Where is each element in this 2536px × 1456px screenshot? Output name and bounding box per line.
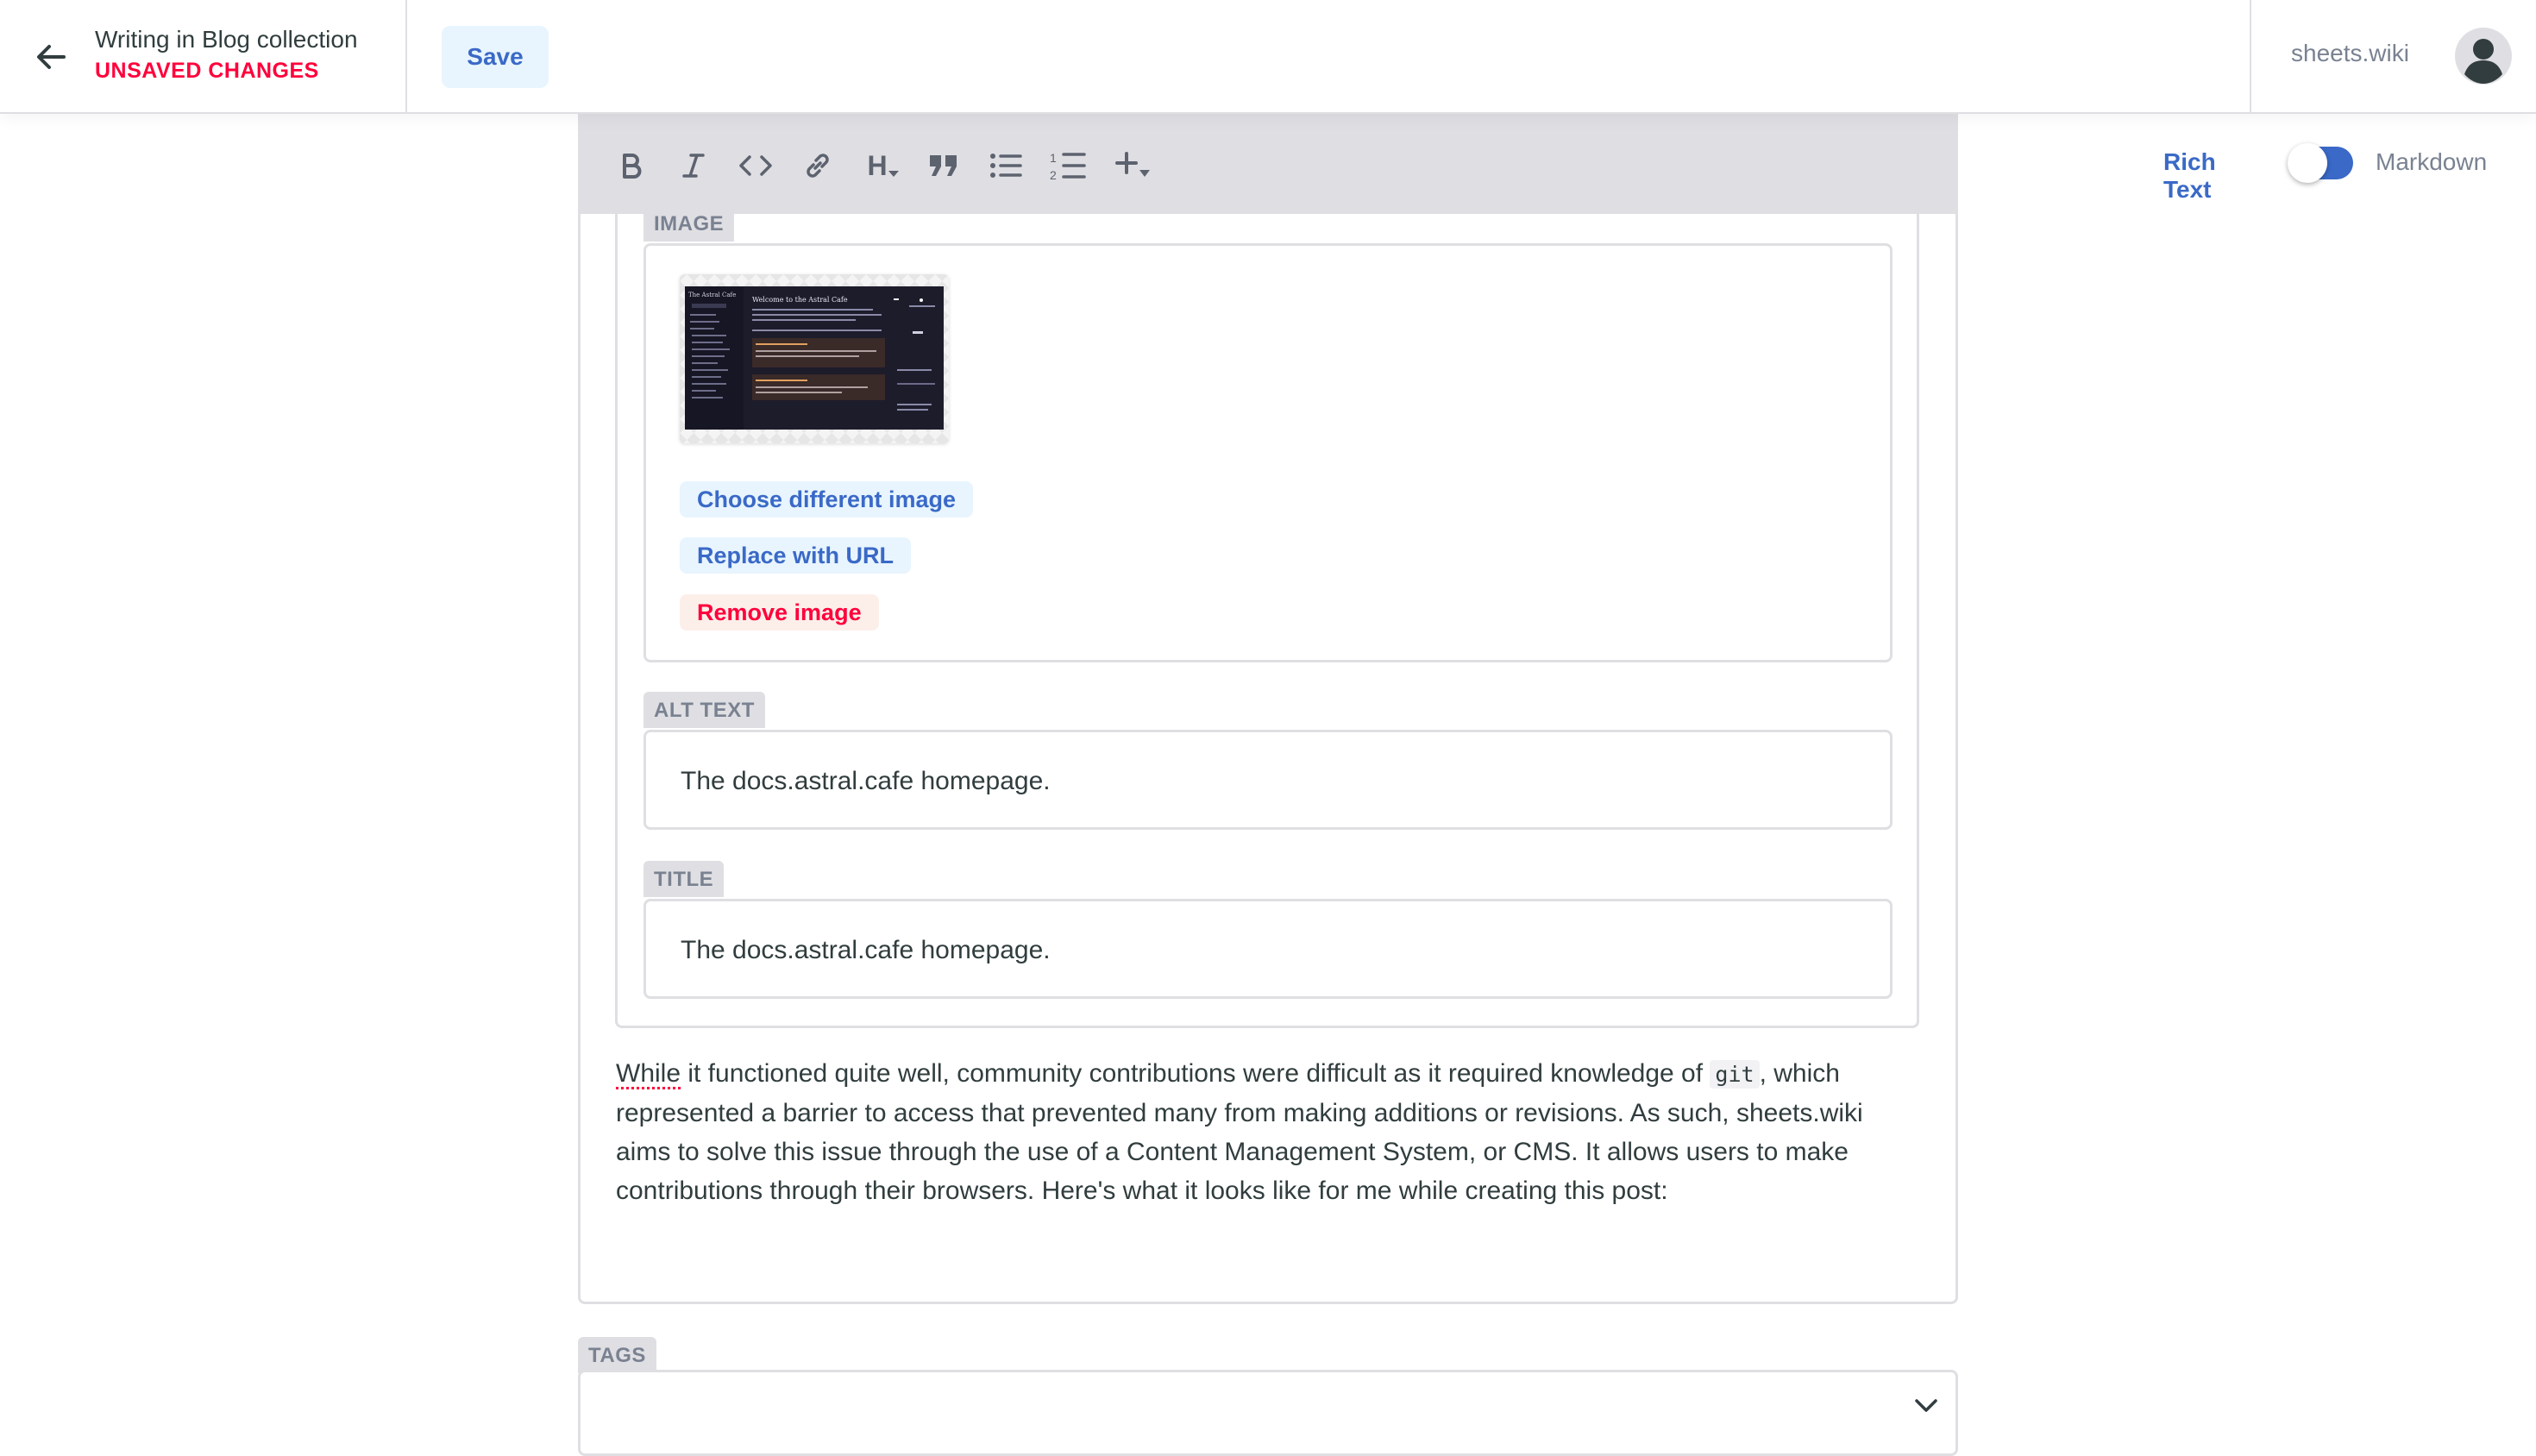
italic-button[interactable] xyxy=(669,145,718,186)
bulleted-list-icon xyxy=(990,154,1022,178)
editor-mode-toggle[interactable] xyxy=(2288,143,2353,183)
back-button[interactable] xyxy=(26,35,76,79)
heading-icon: H xyxy=(867,149,888,181)
divider xyxy=(405,0,407,114)
arrow-left-icon xyxy=(37,45,66,69)
top-bar: Writing in Blog collection UNSAVED CHANG… xyxy=(0,0,2536,114)
alt-text-value: The docs.astral.cafe homepage. xyxy=(681,767,1051,795)
editor-toolbar: H 1 2 Rich Text Markdown xyxy=(578,114,2487,214)
account-avatar[interactable] xyxy=(2453,26,2514,86)
add-component-icon xyxy=(1115,152,1150,177)
code-icon xyxy=(739,155,772,176)
alt-text-input[interactable]: The docs.astral.cafe homepage. xyxy=(643,730,1893,830)
remove-image-button[interactable]: Remove image xyxy=(680,594,879,631)
bold-icon xyxy=(623,154,642,179)
title-input[interactable]: The docs.astral.cafe homepage. xyxy=(643,899,1893,999)
user-icon xyxy=(2455,28,2512,85)
rich-text-mode-label[interactable]: Rich Text xyxy=(2163,148,2216,204)
quote-button[interactable] xyxy=(920,145,968,186)
unsaved-changes-status: UNSAVED CHANGES xyxy=(95,59,319,83)
numbered-list-button[interactable]: 1 2 xyxy=(1044,145,1092,186)
paragraph-text: it functioned quite well, community cont… xyxy=(681,1059,1711,1088)
svg-text:2: 2 xyxy=(1050,168,1057,181)
save-button[interactable]: Save xyxy=(442,26,549,88)
title-value: The docs.astral.cafe homepage. xyxy=(681,936,1051,964)
add-component-button[interactable] xyxy=(1106,145,1161,186)
markdown-mode-label[interactable]: Markdown xyxy=(2376,148,2487,176)
heading-button[interactable]: H xyxy=(856,145,911,186)
toggle-knob xyxy=(2288,143,2327,183)
link-button[interactable] xyxy=(794,145,842,186)
collection-title-group: Writing in Blog collection UNSAVED CHANG… xyxy=(95,24,358,86)
quote-icon xyxy=(930,155,957,176)
choose-different-image-button[interactable]: Choose different image xyxy=(680,481,974,518)
divider xyxy=(2250,0,2251,114)
title-label: TITLE xyxy=(643,861,725,897)
chevron-down-icon xyxy=(888,171,899,177)
bulleted-list-button[interactable] xyxy=(982,145,1030,186)
body-paragraph[interactable]: While it functioned quite well, communit… xyxy=(616,1054,1910,1210)
inline-code: git xyxy=(1710,1060,1760,1089)
site-link[interactable]: sheets.wiki xyxy=(2291,40,2409,67)
alt-text-label: ALT TEXT xyxy=(643,692,765,728)
chevron-down-icon xyxy=(1915,1399,1937,1412)
replace-with-url-button[interactable]: Replace with URL xyxy=(680,537,912,574)
collection-title: Writing in Blog collection xyxy=(95,26,358,53)
numbered-list-icon: 1 2 xyxy=(1050,151,1086,181)
bold-button[interactable] xyxy=(607,145,656,186)
thumb-heading: Welcome to the Astral Cafe xyxy=(752,296,848,304)
image-preview-screenshot: The Astral Cafe Welcome to the Astral Ca… xyxy=(685,286,944,430)
svg-text:1: 1 xyxy=(1050,151,1057,165)
link-icon xyxy=(807,154,829,178)
image-preview[interactable]: The Astral Cafe Welcome to the Astral Ca… xyxy=(680,274,949,443)
italic-icon xyxy=(682,154,705,178)
tags-select[interactable] xyxy=(578,1370,1958,1456)
tags-label: TAGS xyxy=(578,1337,656,1373)
thumb-site-title: The Astral Cafe xyxy=(688,292,736,298)
code-button[interactable] xyxy=(731,145,780,186)
spellcheck-word: While xyxy=(616,1059,681,1088)
